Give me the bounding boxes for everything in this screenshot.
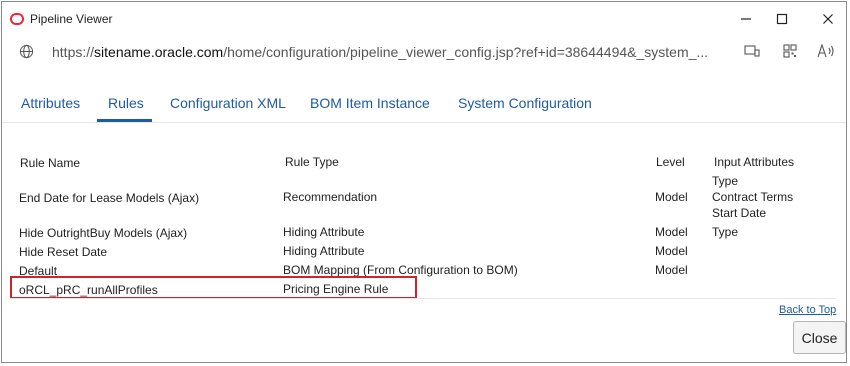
- row-1-rule-name: End Date for Lease Models (Ajax): [19, 191, 200, 205]
- close-icon: [823, 14, 833, 24]
- row-1-input-1: Type: [712, 174, 739, 188]
- header-rule-name: Rule Name: [20, 156, 81, 170]
- read-aloud-button[interactable]: [816, 42, 836, 60]
- title-bar: Pipeline Viewer: [2, 2, 846, 36]
- row-3-level: Model: [655, 244, 688, 258]
- minimize-icon: [741, 18, 751, 20]
- tab-rules[interactable]: Rules: [108, 95, 144, 111]
- address-bar[interactable]: https://sitename.oracle.com/home/configu…: [2, 36, 846, 66]
- qr-code-icon: [783, 44, 797, 58]
- row-4-level: Model: [655, 263, 688, 277]
- maximize-button[interactable]: [762, 7, 802, 31]
- row-2-rule-name: Hide OutrightBuy Models (Ajax): [19, 226, 188, 240]
- close-button[interactable]: Close: [793, 321, 846, 354]
- pipeline-viewer-window: Pipeline Viewer https://sitename.oracle.…: [1, 1, 847, 363]
- oracle-logo-icon: [10, 13, 24, 25]
- header-input-attributes: Input Attributes: [714, 155, 795, 169]
- tab-system-configuration[interactable]: System Configuration: [458, 95, 592, 111]
- app-available-button[interactable]: [742, 42, 762, 60]
- url-prefix: https://: [52, 44, 95, 60]
- highlighted-row-outline: [10, 276, 417, 299]
- header-rule-type: Rule Type: [285, 155, 339, 169]
- globe-icon: [19, 44, 34, 59]
- url-text[interactable]: https://sitename.oracle.com/home/configu…: [52, 44, 708, 60]
- close-window-button[interactable]: [808, 7, 846, 31]
- row-1-input-3: Start Date: [712, 206, 767, 220]
- row-1-rule-type: Recommendation: [283, 190, 378, 204]
- tab-configuration-xml[interactable]: Configuration XML: [170, 95, 286, 111]
- minimize-button[interactable]: [726, 7, 766, 31]
- row-2-input-1: Type: [712, 225, 739, 239]
- row-3-rule-type: Hiding Attribute: [283, 244, 365, 258]
- row-3-rule-name: Hide Reset Date: [19, 245, 108, 259]
- header-level: Level: [656, 155, 685, 169]
- row-4-rule-type: BOM Mapping (From Configuration to BOM): [283, 263, 518, 277]
- window-title: Pipeline Viewer: [30, 12, 113, 26]
- tab-bom-item-instance[interactable]: BOM Item Instance: [310, 95, 430, 111]
- url-path: /home/configuration/pipeline_viewer_conf…: [223, 44, 709, 60]
- tab-bar: Attributes Rules Configuration XML BOM I…: [2, 66, 846, 123]
- read-aloud-icon: [817, 44, 834, 58]
- qr-code-button[interactable]: [780, 42, 800, 60]
- row-1-level: Model: [655, 190, 688, 204]
- rules-table: Rule Name Rule Type Level Input Attribut…: [2, 122, 846, 362]
- tab-attributes[interactable]: Attributes: [21, 95, 80, 111]
- row-2-rule-type: Hiding Attribute: [283, 225, 365, 239]
- app-window-icon: [744, 45, 760, 57]
- url-host: sitename.oracle.com: [94, 44, 224, 60]
- back-to-top-link[interactable]: Back to Top: [779, 304, 836, 316]
- maximize-icon: [776, 13, 788, 25]
- table-bottom-divider: [10, 298, 836, 299]
- row-1-input-2: Contract Terms: [712, 190, 794, 204]
- row-2-level: Model: [655, 225, 688, 239]
